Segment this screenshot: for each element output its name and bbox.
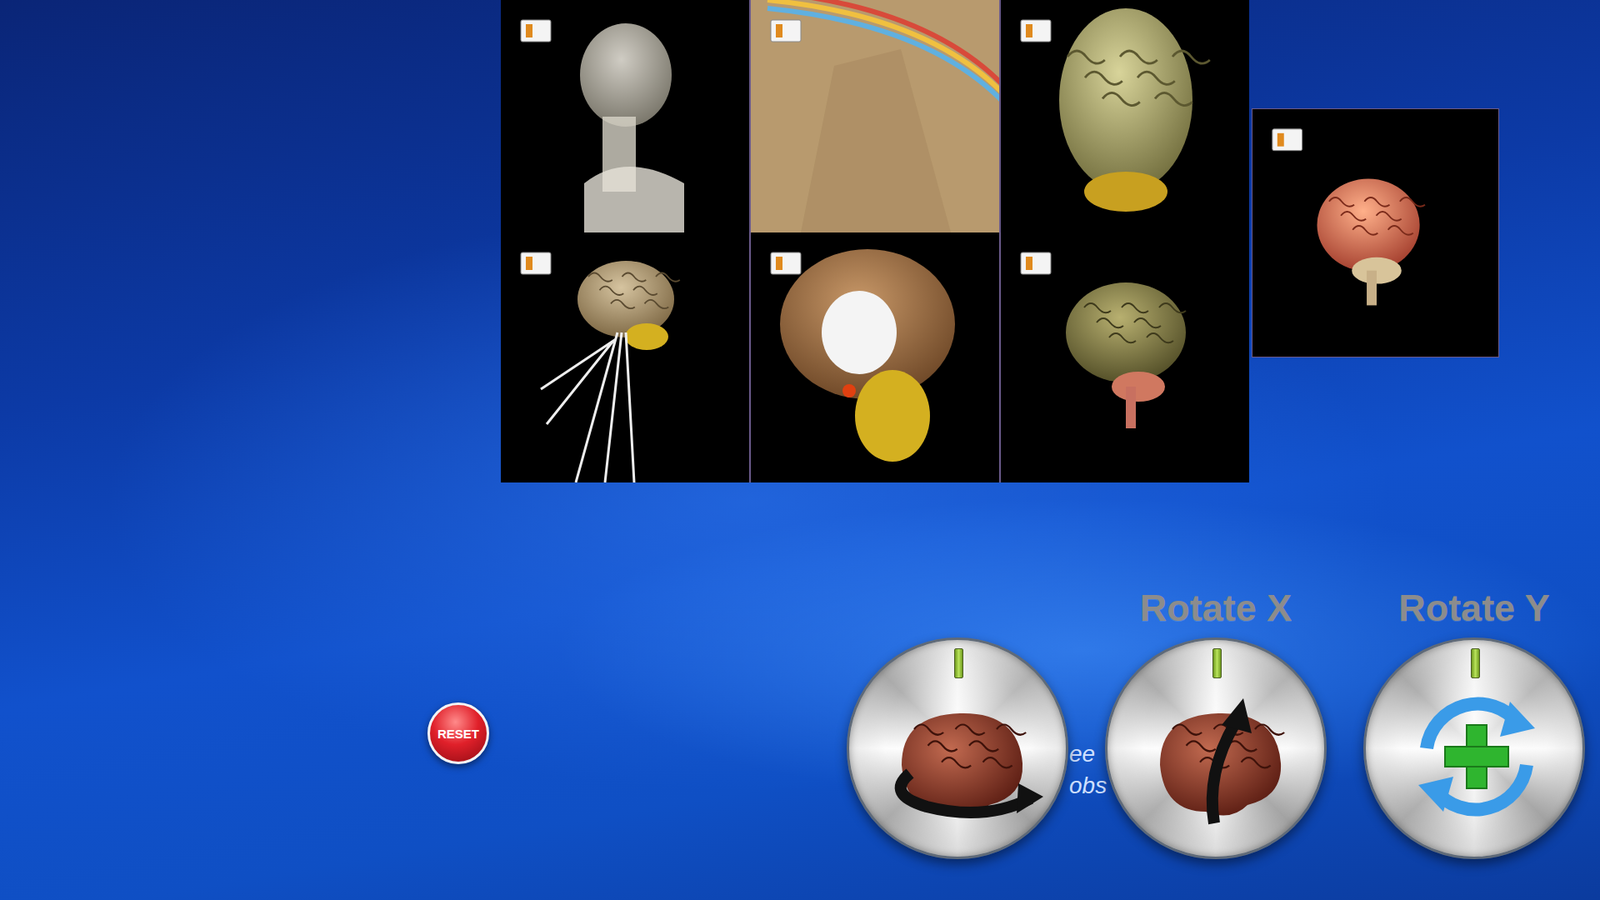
knob-indicator: [954, 648, 964, 679]
brain-image: [750, 232, 1000, 483]
brain-image: [1000, 232, 1250, 483]
thumbnail[interactable]: [750, 0, 1000, 233]
rotate-y-icon: [1135, 673, 1302, 840]
knobs-caption: eeobs: [1069, 740, 1106, 800]
caption-fragment: ee: [1069, 740, 1106, 769]
knob-control: Rotate X: [1105, 579, 1327, 860]
thumbnail-grid: [500, 0, 1250, 483]
knob-label: Rotate X: [1140, 579, 1293, 638]
caption-fragment: obs: [1069, 771, 1106, 800]
rotate-x-icon: [876, 673, 1044, 840]
brain-image: [1252, 109, 1499, 357]
thumbnail[interactable]: [1000, 0, 1250, 233]
knob-label: Rotate Y: [1398, 579, 1550, 638]
brain-image: [500, 0, 750, 233]
thumbnail[interactable]: [1000, 232, 1250, 483]
knob[interactable]: [1105, 637, 1327, 860]
thumbnail[interactable]: [750, 232, 1000, 483]
knob[interactable]: [1363, 637, 1585, 860]
knob-row: Rotate X Rotate Y: [846, 579, 1585, 860]
knob-control: [846, 579, 1069, 860]
thumbnail-preview[interactable]: [1251, 108, 1500, 358]
thumbnail[interactable]: [500, 232, 750, 483]
brain-image: [500, 232, 750, 483]
app-screen: Rotate X Rotate Y eeobs RESET: [0, 0, 1600, 900]
reset-button[interactable]: RESET: [427, 702, 490, 765]
knob-control: Rotate Y: [1363, 579, 1585, 860]
thumbnail[interactable]: [500, 0, 750, 233]
knob[interactable]: [846, 637, 1069, 860]
refresh-add-icon: [1393, 673, 1560, 840]
knob-indicator: [1470, 648, 1480, 679]
brain-image: [1000, 0, 1250, 233]
knob-indicator: [1212, 648, 1222, 679]
brain-image: [750, 0, 1000, 233]
